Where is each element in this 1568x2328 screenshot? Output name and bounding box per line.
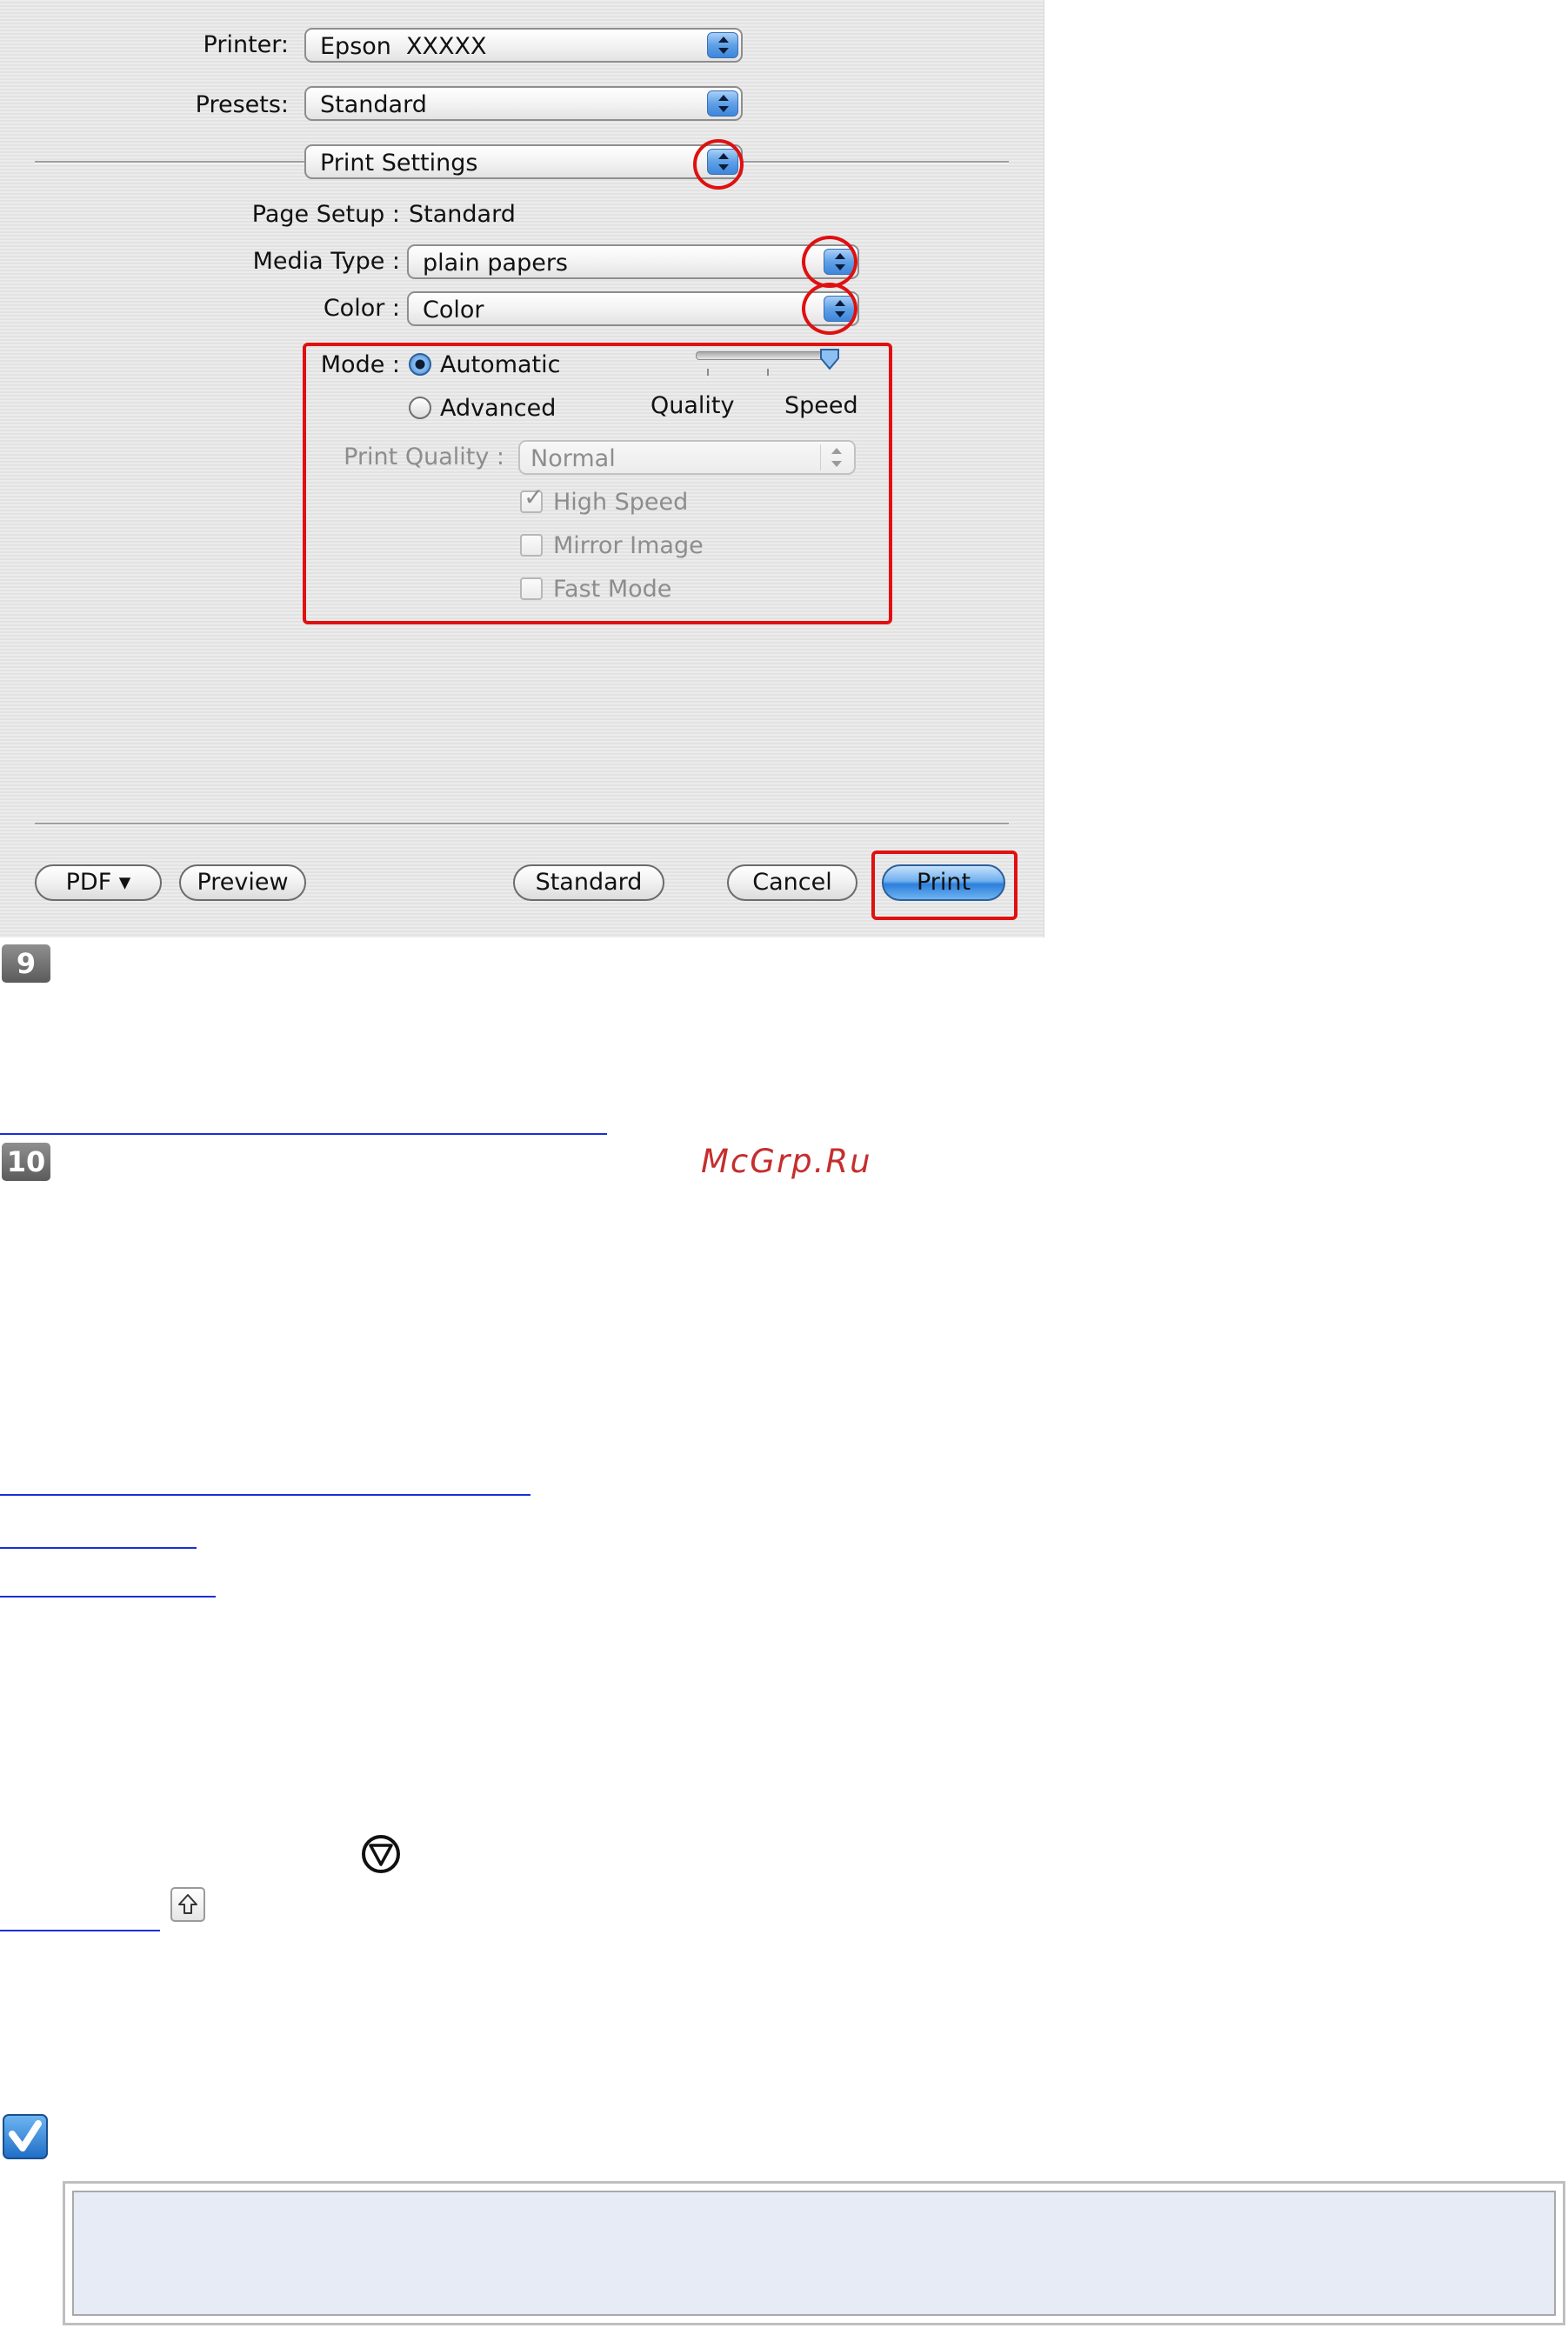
print-quality-arrows-icon[interactable] [820,444,851,470]
printer-select-value: Epson XXXXX [320,33,487,60]
color-label: Color : [323,295,400,322]
mirror-image-checkbox[interactable] [520,534,543,557]
note-box [63,2181,1565,2325]
slider-tick-2 [767,369,769,376]
color-select-value: Color [423,297,484,324]
stop-button-icon [362,1835,400,1873]
slider-label-quality: Quality [651,392,735,419]
presets-select-arrows-icon[interactable] [707,90,738,117]
divider-left [35,161,304,163]
printer-label: Printer: [203,31,289,58]
hyperlink-4[interactable] [0,1596,216,1598]
divider-right [743,161,1009,163]
mode-label: Mode : [320,351,400,378]
page-setup-value: Standard [409,201,516,228]
page: Printer: Epson XXXXX Presets: Standard P… [0,0,1568,2328]
mirror-image-label: Mirror Image [553,532,704,559]
highlight-print-button [871,850,1018,920]
highlight-panel-arrows [693,139,744,190]
hyperlink-5[interactable] [0,1930,160,1931]
printer-select[interactable]: Epson XXXXX [304,28,743,63]
mode-option-advanced: Advanced [440,395,557,422]
step-badge-10: 10 [2,1143,50,1181]
mode-option-automatic: Automatic [440,351,561,378]
speed-quality-slider[interactable] [696,351,830,360]
pdf-menu-button[interactable]: PDF ▾ [35,864,162,901]
presets-label: Presets: [195,91,289,118]
page-setup-label: Page Setup : [251,201,400,228]
fast-mode-label: Fast Mode [553,576,672,603]
note-checkmark-icon [3,2114,48,2159]
bottom-divider [35,823,1009,825]
printer-select-arrows-icon[interactable] [707,32,738,58]
print-quality-select-value: Normal [530,445,616,472]
highlight-media-type-arrows [802,236,857,288]
note-content [72,2191,1556,2316]
hyperlink-3[interactable] [0,1547,197,1549]
media-type-select-value: plain papers [423,250,568,277]
cancel-button[interactable]: Cancel [727,864,857,901]
media-type-label: Media Type : [252,248,400,275]
step-badge-9: 9 [2,944,50,983]
mode-radio-advanced[interactable] [409,397,431,419]
presets-select[interactable]: Standard [304,86,743,121]
slider-tick-1 [707,369,709,376]
panel-select-value: Print Settings [320,150,478,177]
high-speed-label: High Speed [553,489,689,516]
presets-select-value: Standard [320,91,427,118]
color-select[interactable]: Color [407,291,859,326]
panel-select[interactable]: Print Settings [304,144,743,179]
print-quality-select[interactable]: Normal [518,440,856,475]
highlight-color-arrows [802,283,857,335]
slider-label-speed: Speed [784,392,858,419]
media-type-select[interactable]: plain papers [407,244,859,279]
preview-button[interactable]: Preview [179,864,306,901]
hyperlink-1[interactable] [0,1133,607,1135]
watermark-text: McGrp.Ru [701,1143,872,1180]
mode-radio-automatic[interactable] [409,353,431,376]
print-quality-label: Print Quality : [344,444,504,470]
high-speed-checkbox[interactable]: ✓ [520,485,544,513]
hyperlink-2[interactable] [0,1494,530,1496]
home-arrow-icon[interactable] [170,1887,205,1922]
checkmark-icon: ✓ [524,483,544,511]
standard-button[interactable]: Standard [513,864,664,901]
slider-thumb[interactable] [819,348,840,370]
print-dialog: Printer: Epson XXXXX Presets: Standard P… [0,0,1044,937]
fast-mode-checkbox[interactable] [520,577,543,600]
